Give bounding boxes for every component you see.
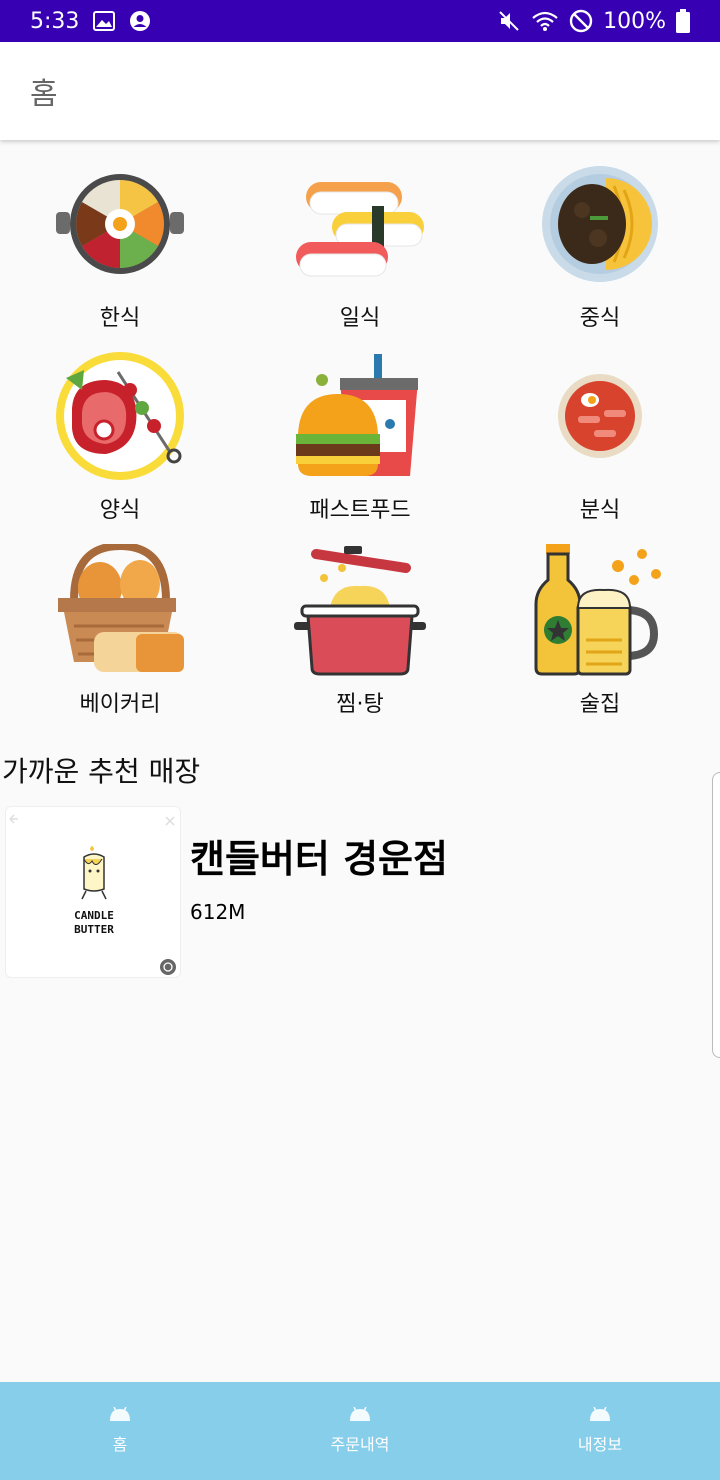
nav-home[interactable]: 홈: [0, 1382, 240, 1480]
edge-panel-handle[interactable]: [712, 772, 720, 1058]
store-name: 캔들버터 경운점: [190, 837, 448, 881]
nav-label: 홈: [112, 1435, 128, 1454]
store-card[interactable]: CANDLE BUTTER 캔들버터 경운점 612M: [5, 806, 705, 978]
sushi-icon: [296, 182, 424, 277]
store-thumbnail: CANDLE BUTTER: [5, 806, 181, 978]
android-icon: [110, 1407, 130, 1421]
category-label: 일식: [339, 306, 381, 331]
nav-label: 내정보: [577, 1435, 623, 1454]
image-icon: [93, 11, 116, 31]
category-label: 패스트푸드: [309, 498, 411, 523]
logo-text-line-1: CANDLE: [74, 909, 114, 922]
nav-orders[interactable]: 주문내역: [240, 1382, 480, 1480]
category-bakery[interactable]: 베이커리: [0, 544, 240, 718]
android-icon: [350, 1407, 370, 1421]
bottom-nav: 홈 주문내역 내정보: [0, 1382, 720, 1480]
battery-icon: [676, 9, 690, 33]
jajangmyeon-icon: [542, 166, 658, 282]
android-icon: [590, 1407, 610, 1421]
category-japanese[interactable]: 일식: [240, 158, 480, 332]
category-korean[interactable]: 한식: [0, 158, 240, 332]
status-bar: 5:33 100%: [0, 0, 720, 42]
burger-icon: [296, 354, 418, 476]
category-pub[interactable]: 술집: [480, 544, 720, 718]
category-label: 중식: [579, 306, 621, 331]
category-label: 찜·탕: [336, 692, 384, 717]
category-chinese[interactable]: 중식: [480, 158, 720, 332]
category-label: 베이커리: [79, 692, 161, 717]
status-time: 5:33: [30, 8, 80, 34]
bread-basket-icon: [58, 544, 184, 672]
app-bar: 홈: [0, 42, 720, 140]
section-title: 가까운 추천 매장: [2, 755, 201, 788]
battery-percent: 100%: [603, 8, 666, 34]
candle-butter-logo: CANDLE BUTTER: [9, 814, 176, 975]
mute-icon: [497, 9, 521, 33]
category-snack[interactable]: 분식: [480, 350, 720, 524]
category-label: 양식: [99, 498, 141, 523]
category-western[interactable]: 양식: [0, 350, 240, 524]
pot-icon: [294, 546, 426, 676]
store-distance: 612M: [190, 900, 246, 924]
page-title: 홈: [30, 77, 58, 112]
category-stew[interactable]: 찜·탕: [240, 544, 480, 718]
nav-label: 주문내역: [330, 1435, 390, 1454]
nav-my-info[interactable]: 내정보: [480, 1382, 720, 1480]
beer-icon: [534, 544, 661, 676]
category-label: 분식: [579, 498, 621, 523]
category-label: 한식: [99, 306, 141, 331]
category-fastfood[interactable]: 패스트푸드: [240, 350, 480, 524]
bibimbap-icon: [56, 174, 184, 274]
account-circle-icon: [129, 10, 151, 32]
do-not-disturb-icon: [569, 9, 593, 33]
category-label: 술집: [579, 692, 621, 717]
tteokbokki-icon: [558, 374, 642, 458]
wifi-icon: [531, 10, 559, 32]
steak-icon: [56, 352, 184, 480]
logo-text-line-2: BUTTER: [74, 923, 114, 936]
